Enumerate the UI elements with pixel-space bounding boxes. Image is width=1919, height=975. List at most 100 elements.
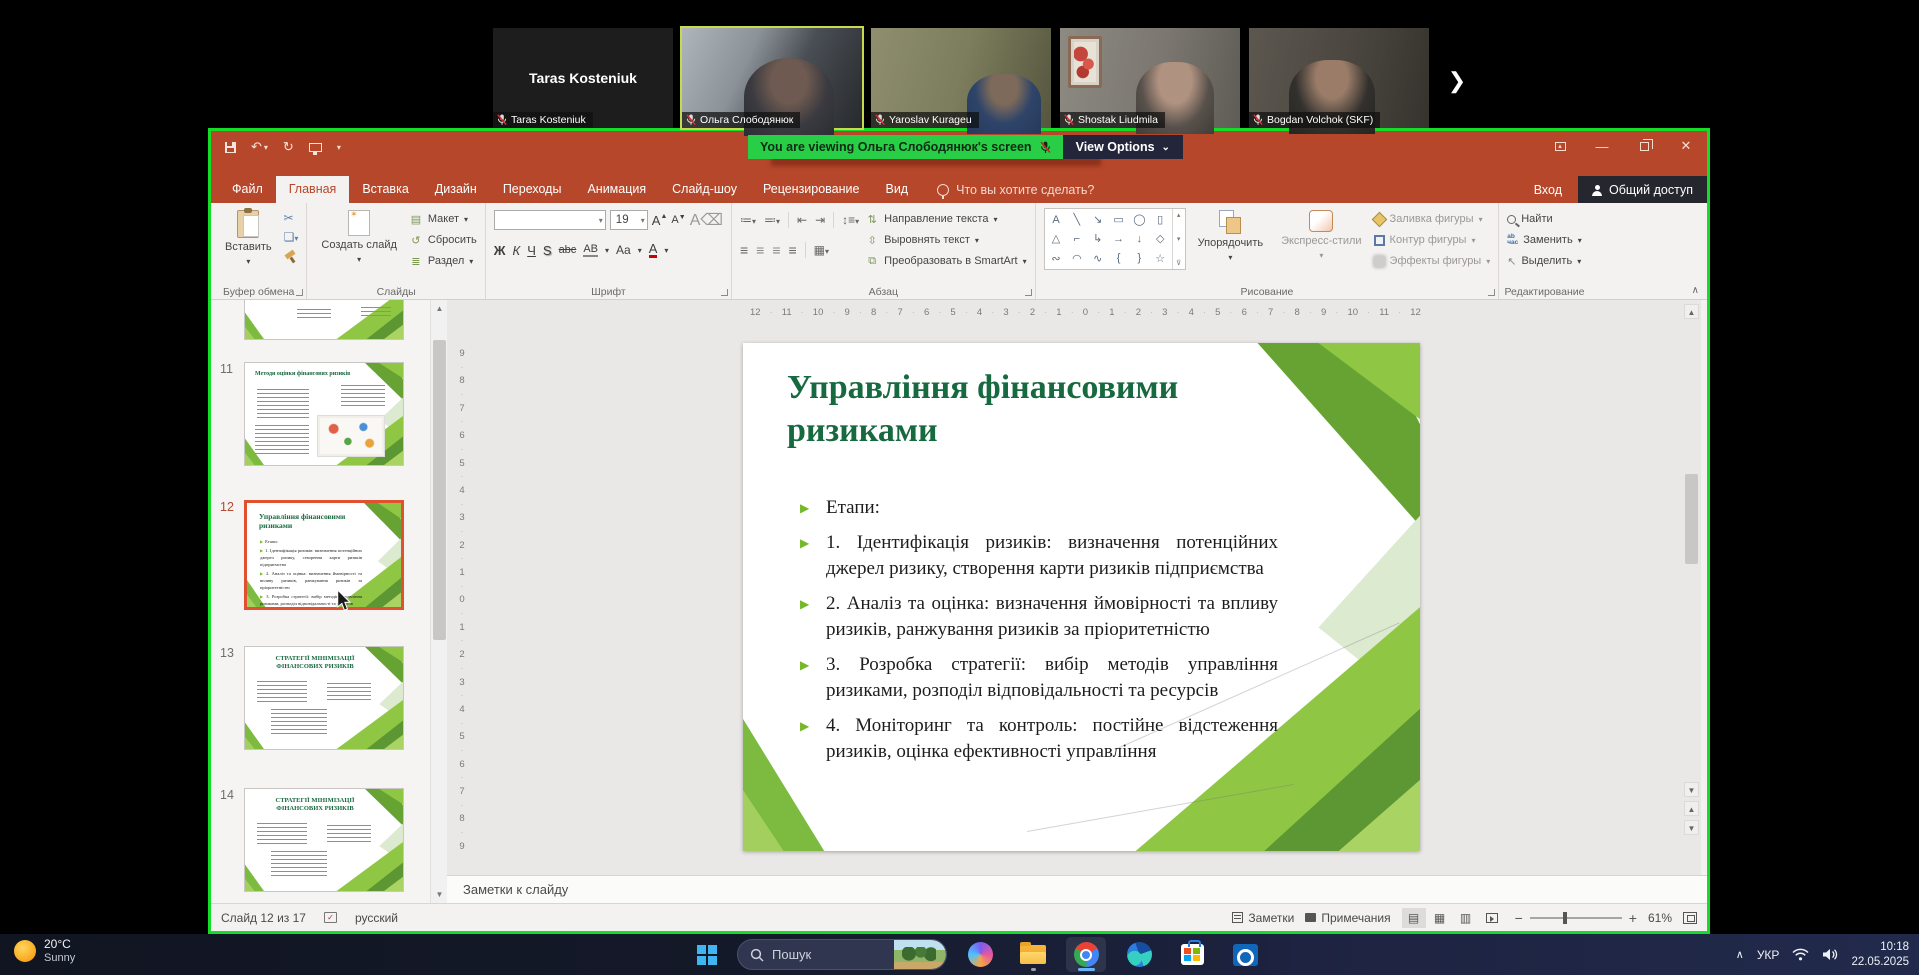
font-dialog-launcher[interactable]	[721, 289, 728, 296]
wifi-icon[interactable]	[1792, 948, 1809, 961]
ribbon-tab[interactable]: Главная	[276, 176, 350, 203]
oval-shape-icon[interactable]: ◯	[1133, 213, 1145, 226]
spellcheck-icon[interactable]: ✓	[324, 912, 337, 923]
notes-toggle[interactable]: Заметки	[1232, 911, 1294, 925]
slide-thumbnail-13[interactable]: СТРАТЕГІЇ МІНІМІЗАЦІЇ ФІНАНСОВИХ РИЗИКІВ	[244, 646, 404, 750]
strikethrough-button[interactable]: abc	[559, 244, 577, 256]
next-slide-button[interactable]: ▼	[1684, 820, 1699, 835]
elbow-arrow-shape-icon[interactable]: ↳	[1093, 232, 1102, 245]
increase-font-button[interactable]: А▲	[652, 213, 668, 228]
ribbon-tab[interactable]: Файл	[219, 176, 276, 203]
participant-tile[interactable]: Shostak Liudmila	[1060, 28, 1240, 128]
slide-body[interactable]: ▶Етапи:▶1. Ідентифікація ризиків: визнач…	[800, 495, 1280, 765]
ribbon-tab[interactable]: Рецензирование	[750, 176, 873, 203]
share-button[interactable]: Общий доступ	[1578, 176, 1707, 203]
shapes-gallery-scrollbar[interactable]: ▴▾⊽	[1172, 209, 1185, 269]
triangle-shape-icon[interactable]: △	[1052, 232, 1060, 245]
start-button[interactable]	[690, 938, 724, 972]
scribble-shape-icon[interactable]: ∾	[1051, 252, 1060, 265]
columns-button[interactable]: ▦▾	[814, 243, 829, 257]
zoom-in-button[interactable]: +	[1629, 910, 1637, 926]
taskbar-weather-widget[interactable]: 20°C Sunny	[14, 937, 75, 966]
diagonal-arrow-shape-icon[interactable]: ↘	[1093, 213, 1102, 226]
star-shape-icon[interactable]: ☆	[1155, 252, 1165, 265]
speaker-icon[interactable]	[1822, 948, 1838, 961]
slide-scrollbar[interactable]: ▲ ▼ ▲ ▼	[1684, 304, 1699, 864]
arrange-button[interactable]: Упорядочить ▾	[1192, 208, 1269, 283]
slide-canvas[interactable]: Управління фінансовими ризиками ▶Етапи:▶…	[743, 343, 1420, 851]
bold-button[interactable]: Ж	[494, 243, 506, 258]
slide-thumbnail-12[interactable]: Управління фінансовими ризиками▶Етапи:▶1…	[244, 500, 404, 610]
right-brace-shape-icon[interactable]: }	[1138, 252, 1142, 264]
shape-effects-button[interactable]: Эффекты фигуры▾	[1374, 252, 1491, 270]
replace-button[interactable]: abчасЗаменить▾	[1507, 231, 1581, 249]
taskbar-search[interactable]	[737, 939, 947, 970]
previous-slide-button[interactable]: ▲	[1684, 801, 1699, 816]
find-button[interactable]: Найти	[1507, 210, 1581, 228]
undo-button[interactable]: ↶▾	[251, 139, 268, 155]
outlook-icon[interactable]	[1225, 937, 1265, 972]
decrease-font-button[interactable]: А▼	[671, 214, 685, 226]
thumbnail-scrollbar[interactable]: ▲ ▼	[430, 300, 447, 903]
view-options-button[interactable]: View Options ⌄	[1063, 135, 1183, 159]
scroll-down-button[interactable]: ▼	[431, 886, 447, 903]
quick-styles-button[interactable]: Экспресс-стили ▾	[1275, 208, 1367, 283]
align-text-button[interactable]: ⇳Выровнять текст▾	[865, 231, 1026, 249]
rounded-rectangle-shape-icon[interactable]: ▯	[1157, 213, 1163, 226]
text-box-shape-icon[interactable]: A	[1052, 214, 1059, 226]
taskbar-clock[interactable]: 10:18 22.05.2025	[1851, 940, 1909, 970]
reading-view-button[interactable]: ▥	[1454, 908, 1478, 928]
section-button[interactable]: ≣Раздел▾	[409, 252, 477, 270]
search-input[interactable]	[772, 947, 882, 962]
ribbon-display-options-button[interactable]: ▴	[1539, 131, 1581, 161]
zoom-slider-thumb[interactable]	[1563, 912, 1567, 924]
format-painter-button[interactable]	[284, 251, 296, 263]
horizontal-ruler[interactable]: 12·11·10·9·8·7·6·5·4·3·2·1·0·1·2·3·4·5·6…	[747, 305, 1424, 320]
scrollbar-thumb[interactable]	[433, 340, 446, 640]
numbering-button[interactable]: ≕▾	[764, 213, 780, 227]
bullets-button[interactable]: ≔▾	[740, 213, 756, 227]
copy-button[interactable]: ❏▾	[284, 230, 299, 246]
drawing-dialog-launcher[interactable]	[1488, 289, 1495, 296]
normal-view-button[interactable]: ▤	[1402, 908, 1426, 928]
align-left-button[interactable]: ≡	[740, 242, 748, 258]
slide-title[interactable]: Управління фінансовими ризиками	[787, 367, 1287, 453]
font-color-button[interactable]: А	[649, 243, 658, 258]
italic-button[interactable]: К	[513, 243, 521, 258]
redo-icon[interactable]: ↻	[283, 139, 294, 155]
line-spacing-button[interactable]: ↕≡▾	[842, 213, 859, 227]
tell-me-box[interactable]: Что вы хотите сделать?	[937, 176, 1094, 203]
ribbon-tab[interactable]: Дизайн	[422, 176, 490, 203]
character-spacing-button[interactable]: АВ	[583, 243, 598, 257]
next-participants-button[interactable]: ❯	[1443, 64, 1471, 98]
customize-qat-icon[interactable]: ▾	[337, 143, 341, 152]
minimize-button[interactable]: —	[1581, 131, 1623, 161]
line-shape-icon[interactable]: ╲	[1074, 213, 1081, 226]
shapes-gallery[interactable]: A╲↘▭◯▯△⌐↳→↓◇∾◠∿{}☆ ▴▾⊽	[1044, 208, 1186, 270]
font-size-combo[interactable]: 19▾	[610, 210, 648, 230]
font-name-combo[interactable]: ▾	[494, 210, 606, 230]
ribbon-tab[interactable]: Вид	[872, 176, 921, 203]
save-icon[interactable]	[225, 142, 236, 153]
start-slideshow-icon[interactable]	[309, 143, 322, 152]
slide-thumbnail-11[interactable]: Методи оцінки фінансових ризиків	[244, 362, 404, 466]
slide-thumbnail-14[interactable]: СТРАТЕГІЇ МІНІМІЗАЦІЇ ФІНАНСОВИХ РИЗИКІВ	[244, 788, 404, 892]
slide-thumbnail-10[interactable]	[244, 300, 404, 340]
increase-indent-button[interactable]: ⇥	[815, 213, 825, 227]
shape-fill-button[interactable]: Заливка фигуры▾	[1374, 210, 1491, 228]
collapse-ribbon-button[interactable]: ∧	[1692, 285, 1699, 296]
copilot-icon[interactable]	[960, 937, 1000, 972]
ribbon-tab[interactable]: Слайд-шоу	[659, 176, 750, 203]
cut-button[interactable]: ✂	[284, 211, 299, 225]
justify-button[interactable]: ≡	[789, 242, 797, 258]
change-case-button[interactable]: Aa	[616, 243, 631, 257]
hidden-icons-chevron[interactable]: ∧	[1736, 948, 1744, 961]
sign-in-button[interactable]: Вход	[1518, 176, 1578, 203]
rectangle-shape-icon[interactable]: ▭	[1113, 213, 1123, 226]
scroll-up-button[interactable]: ▲	[431, 300, 447, 317]
notes-panel[interactable]: Заметки к слайду	[447, 875, 1707, 903]
ribbon-tab[interactable]: Анимация	[574, 176, 659, 203]
restore-button[interactable]	[1623, 131, 1665, 161]
text-direction-button[interactable]: ⇅Направление текста▾	[865, 210, 1026, 228]
participant-tile[interactable]: Yaroslav Kurageu	[871, 28, 1051, 128]
